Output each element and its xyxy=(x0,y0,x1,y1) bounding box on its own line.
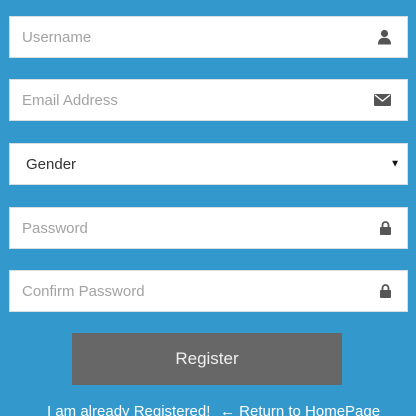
return-home-label: Return to HomePage xyxy=(239,403,381,416)
username-input[interactable] xyxy=(10,17,407,57)
username-field-wrapper xyxy=(9,16,408,58)
already-registered-link[interactable]: I am already Registered! xyxy=(47,403,210,416)
password-field-wrapper xyxy=(9,207,408,249)
email-input[interactable] xyxy=(10,80,407,120)
email-field-wrapper xyxy=(9,79,408,121)
gender-select-value: Gender xyxy=(26,155,77,173)
arrow-left-icon: ← xyxy=(220,403,235,416)
envelope-icon xyxy=(374,94,391,106)
chevron-down-icon: ▼ xyxy=(390,158,400,170)
return-home-link[interactable]: ← Return to HomePage xyxy=(220,403,380,416)
lock-icon xyxy=(380,221,391,235)
gender-select[interactable]: Gender ▼ xyxy=(9,143,408,185)
lock-icon xyxy=(380,284,391,298)
register-button[interactable]: Register xyxy=(72,333,342,385)
user-icon xyxy=(378,29,391,45)
confirm-password-field-wrapper xyxy=(9,270,408,312)
password-input[interactable] xyxy=(10,208,407,248)
confirm-password-input[interactable] xyxy=(10,271,407,311)
